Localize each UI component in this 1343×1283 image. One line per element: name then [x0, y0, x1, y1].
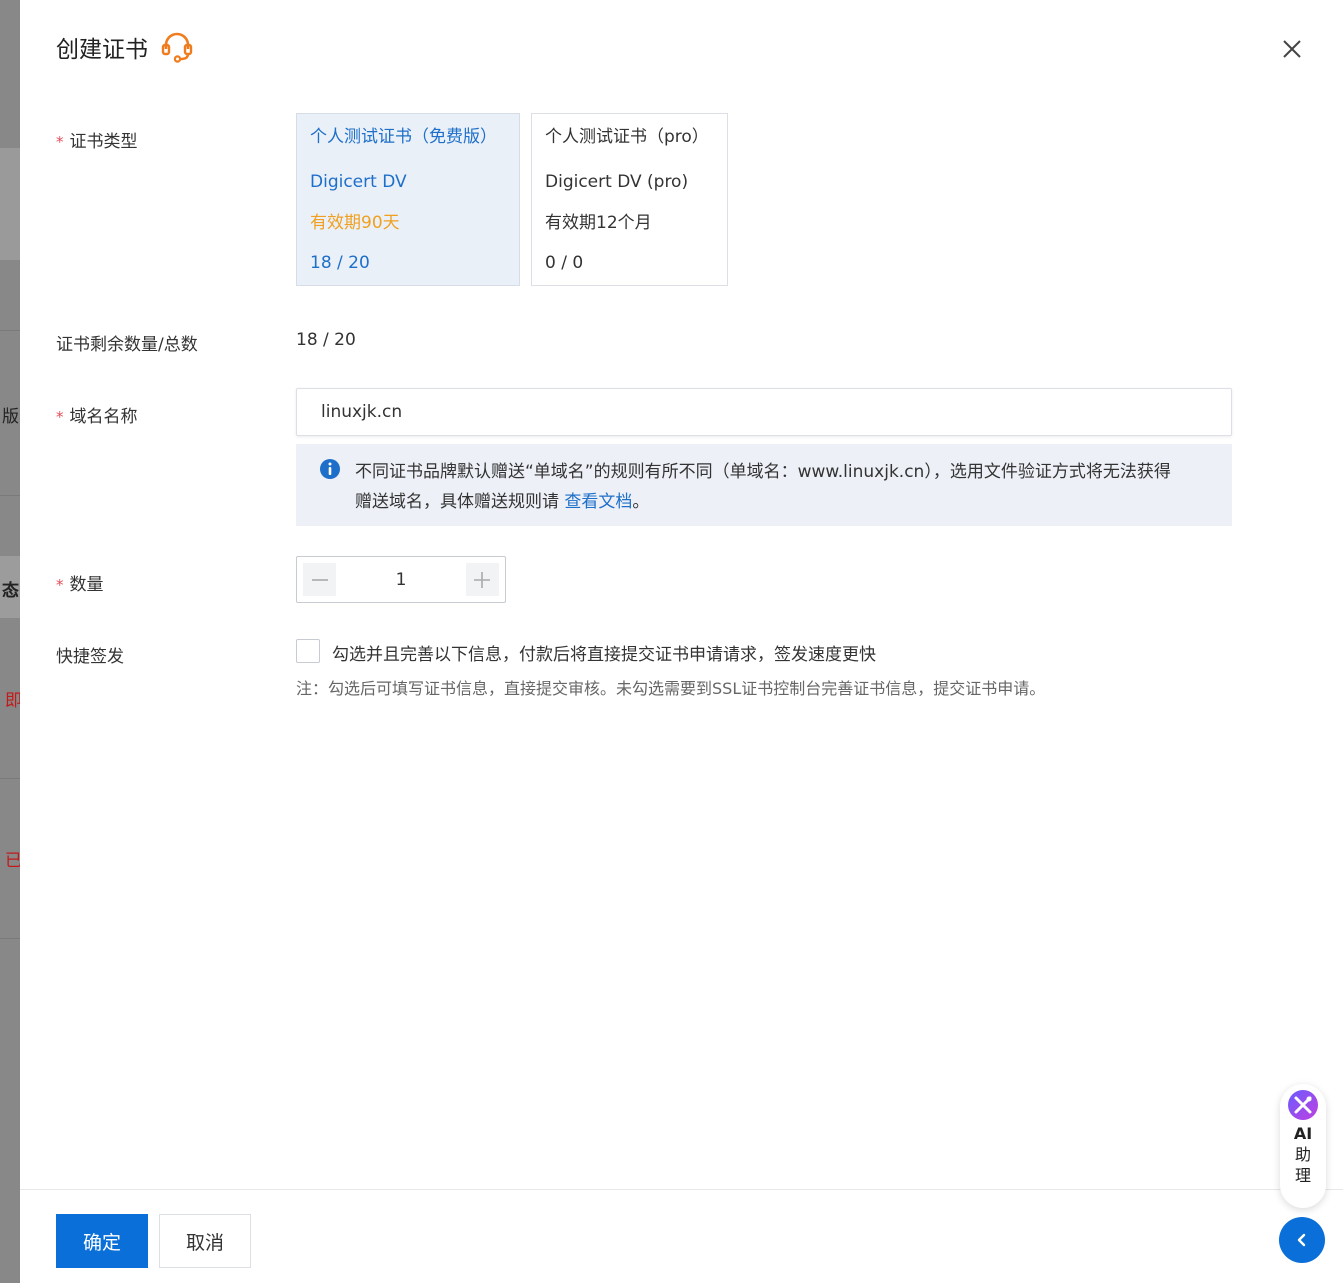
- cert-option-validity: 有效期12个月: [545, 213, 652, 233]
- ai-assistant-button[interactable]: AI 助 理: [1280, 1084, 1326, 1208]
- confirm-button[interactable]: 确定: [56, 1214, 148, 1268]
- quantity-value[interactable]: 1: [396, 570, 407, 590]
- background-divider: [0, 778, 20, 779]
- cert-type-options: 个人测试证书（免费版） Digicert DV 有效期90天 18 / 20 个…: [296, 113, 728, 286]
- background-text: 版: [2, 407, 19, 427]
- chevron-left-icon: [1297, 1233, 1306, 1247]
- quantity-stepper: 1: [296, 556, 506, 603]
- background-page: 版 态 即 已: [0, 0, 20, 1283]
- page-title: 创建证书: [56, 37, 148, 63]
- remaining-value: 18 / 20: [296, 330, 356, 350]
- quick-issue-checkbox[interactable]: [296, 639, 320, 663]
- quick-issue-label: 快捷签发: [56, 647, 124, 667]
- cert-option-validity: 有效期90天: [310, 213, 400, 233]
- quick-issue-note: 注：勾选后可填写证书信息，直接提交审核。未勾选需要到SSL证书控制台完善证书信息…: [296, 679, 1046, 698]
- create-certificate-drawer: 创建证书 * 证书类型 个人测试证书（免费版） Digicert DV 有效期90…: [20, 0, 1343, 1283]
- quick-issue-text[interactable]: 勾选并且完善以下信息，付款后将直接提交证书申请请求，签发速度更快: [332, 640, 876, 665]
- close-icon[interactable]: [1281, 38, 1303, 60]
- notice-line-1: 不同证书品牌默认赠送“单域名”的规则有所不同（单域名：www.linuxjk.c…: [355, 462, 1171, 482]
- drawer-header: 创建证书: [56, 30, 194, 64]
- cert-option-brand: Digicert DV: [310, 172, 407, 192]
- minus-icon: [311, 578, 328, 581]
- cert-option-free[interactable]: 个人测试证书（免费版） Digicert DV 有效期90天 18 / 20: [296, 113, 520, 286]
- background-text: 已: [5, 851, 20, 871]
- decrement-button[interactable]: [303, 563, 336, 596]
- ai-assistant-label: AI 助 理: [1293, 1124, 1313, 1185]
- required-mark: *: [56, 133, 64, 151]
- background-divider: [0, 938, 20, 939]
- required-mark: *: [56, 408, 64, 426]
- increment-button[interactable]: [465, 563, 499, 596]
- cert-option-count: 18 / 20: [310, 253, 370, 273]
- plus-icon: [474, 571, 491, 588]
- headset-icon[interactable]: [160, 30, 194, 64]
- background-band: [0, 148, 20, 260]
- background-divider: [0, 495, 20, 496]
- background-text: 即: [5, 691, 20, 711]
- background-text: 态: [2, 581, 19, 601]
- notice-line-2: 赠送域名，具体赠送规则请 查看文档。: [355, 492, 650, 512]
- ai-logo-icon: [1288, 1090, 1318, 1120]
- cert-type-label: * 证书类型: [56, 132, 138, 152]
- remaining-label: 证书剩余数量/总数: [56, 335, 198, 355]
- cert-option-pro[interactable]: 个人测试证书（pro） Digicert DV (pro) 有效期12个月 0 …: [531, 113, 728, 286]
- view-docs-link[interactable]: 查看文档: [564, 492, 632, 512]
- quantity-label: * 数量: [56, 575, 104, 595]
- collapse-button[interactable]: [1279, 1217, 1325, 1263]
- cert-option-count: 0 / 0: [545, 253, 584, 273]
- info-icon: [320, 459, 340, 479]
- footer-divider: [20, 1189, 1343, 1190]
- cert-option-title: 个人测试证书（pro）: [545, 127, 709, 147]
- domain-notice: 不同证书品牌默认赠送“单域名”的规则有所不同（单域名：www.linuxjk.c…: [296, 444, 1232, 526]
- cert-option-title: 个人测试证书（免费版）: [310, 127, 497, 147]
- cancel-button[interactable]: 取消: [159, 1214, 251, 1268]
- domain-input[interactable]: [296, 388, 1232, 436]
- cert-option-brand: Digicert DV (pro): [545, 172, 689, 192]
- background-divider: [0, 330, 20, 331]
- required-mark: *: [56, 576, 64, 594]
- domain-label: * 域名名称: [56, 407, 138, 427]
